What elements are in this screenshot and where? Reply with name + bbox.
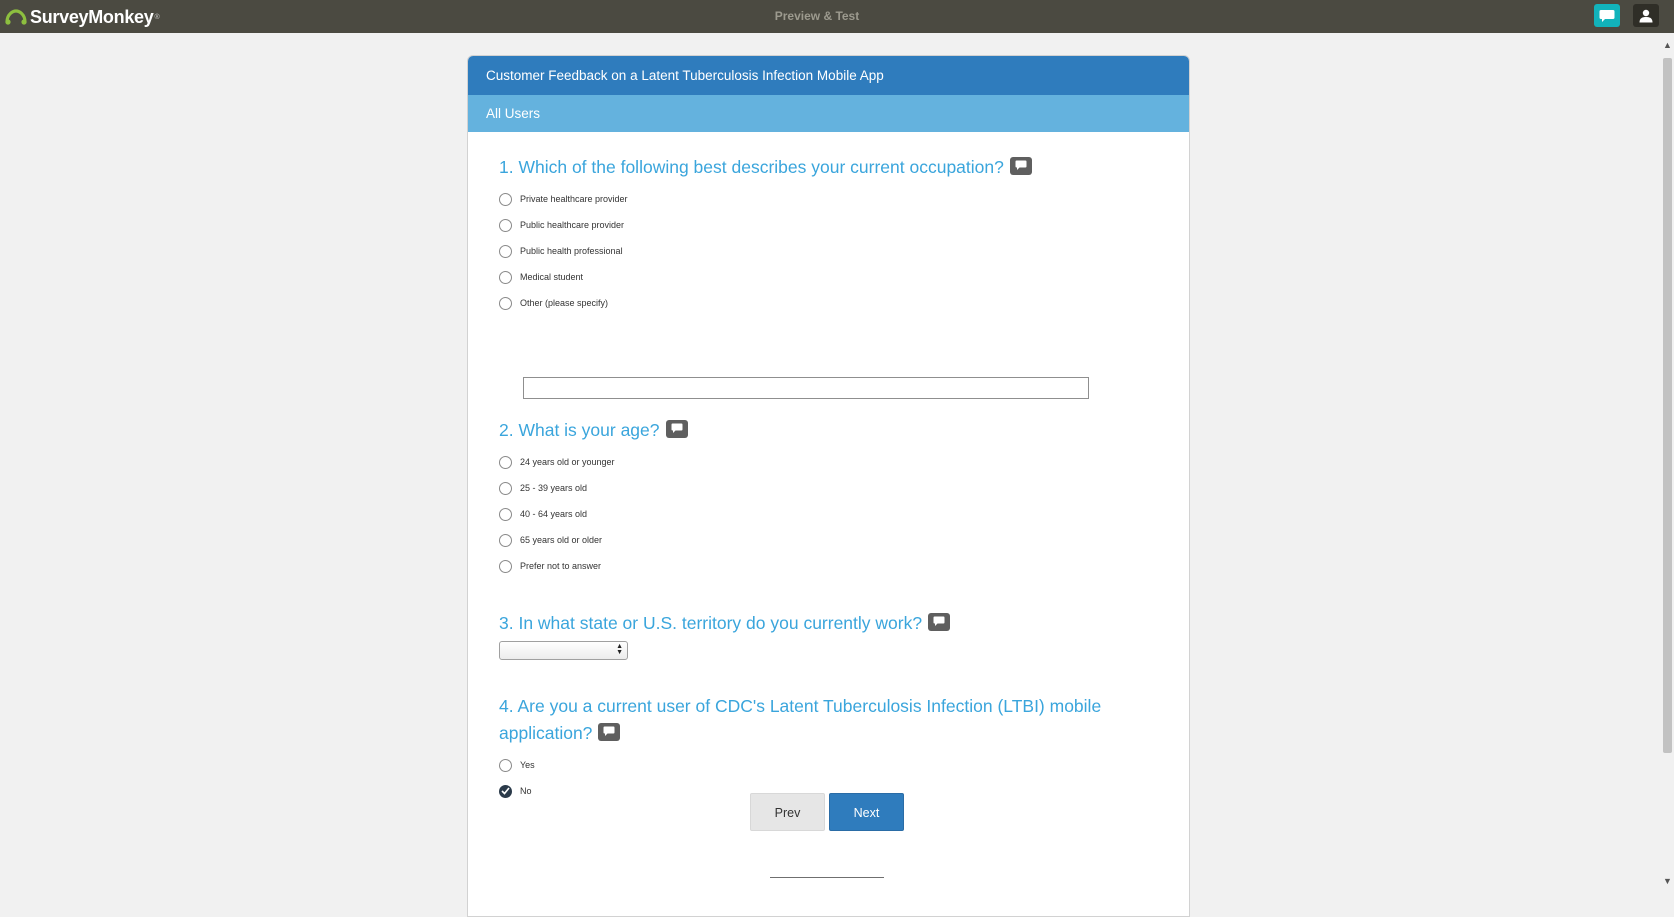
state-select[interactable]: ▲ ▼ [499,641,628,660]
chat-button[interactable] [1594,4,1620,27]
question-text: 3. In what state or U.S. territory do yo… [499,613,923,633]
comment-icon[interactable] [665,420,688,439]
footer-divider [770,877,884,878]
radio-button[interactable] [499,507,512,521]
account-button[interactable] [1633,4,1659,27]
radio-button[interactable] [499,218,512,232]
radio-button[interactable] [499,296,512,310]
option-medical-student[interactable]: Medical student [499,264,1139,290]
option-age-40-64[interactable]: 40 - 64 years old [499,501,1139,527]
option-label: Yes [520,760,535,770]
radio-button[interactable] [499,455,512,469]
question-title: 2. What is your age? [499,417,1139,444]
radio-button[interactable] [499,270,512,284]
radio-button[interactable] [499,758,512,772]
option-label: Medical student [520,272,584,282]
option-label: 40 - 64 years old [520,509,588,519]
radio-button-checked[interactable] [499,784,512,798]
option-private-healthcare-provider[interactable]: Private healthcare provider [499,186,1139,212]
comment-icon[interactable] [928,613,951,632]
question-text: 1. Which of the following best describes… [499,157,1004,177]
option-yes[interactable]: Yes [499,752,1139,778]
select-arrows-icon: ▲ ▼ [616,643,623,656]
option-label: 25 - 39 years old [520,483,588,493]
top-bar: SurveyMonkey ® Preview & Test [0,0,1674,33]
option-public-health-professional[interactable]: Public health professional [499,238,1139,264]
radio-button[interactable] [499,244,512,258]
option-label: Prefer not to answer [520,561,602,571]
radio-button[interactable] [499,192,512,206]
option-label: Other (please specify) [520,298,609,308]
page-title: All Users [468,95,1189,132]
option-prefer-not-to-answer[interactable]: Prefer not to answer [499,553,1139,579]
question-2: 2. What is your age? 24 years old or you… [499,417,1139,579]
radio-button[interactable] [499,481,512,495]
option-age-25-39[interactable]: 25 - 39 years old [499,475,1139,501]
checkmark-icon [501,787,510,795]
option-label: No [520,786,532,796]
scroll-up-arrow-icon[interactable]: ▲ [1663,40,1672,50]
preview-test-title: Preview & Test [774,9,860,23]
question-title: 1. Which of the following best describes… [499,154,1139,181]
survey-card: Customer Feedback on a Latent Tuberculos… [467,55,1190,917]
option-public-healthcare-provider[interactable]: Public healthcare provider [499,212,1139,238]
question-title: 3. In what state or U.S. territory do yo… [499,610,1139,637]
user-icon [1639,9,1653,22]
survey-title: Customer Feedback on a Latent Tuberculos… [468,56,1189,95]
scroll-down-arrow-icon[interactable]: ▼ [1663,876,1672,886]
option-label: Public health professional [520,246,623,256]
comment-icon[interactable] [1009,157,1032,176]
option-label: 65 years old or older [520,535,603,545]
next-button[interactable]: Next [829,793,904,831]
radio-button[interactable] [499,559,512,573]
question-3: 3. In what state or U.S. territory do yo… [499,610,1139,660]
option-age-65-or-older[interactable]: 65 years old or older [499,527,1139,553]
comment-icon[interactable] [598,723,621,742]
radio-button[interactable] [499,533,512,547]
chat-bubble-icon [1599,9,1615,22]
option-label: Public healthcare provider [520,220,625,230]
question-text: 4. Are you a current user of CDC's Laten… [499,696,1102,743]
option-label: 24 years old or younger [520,457,615,467]
option-other[interactable]: Other (please specify) [499,290,1139,316]
question-4: 4. Are you a current user of CDC's Laten… [499,693,1139,804]
question-1: 1. Which of the following best describes… [499,154,1139,316]
option-age-24-or-younger[interactable]: 24 years old or younger [499,449,1139,475]
other-specify-input[interactable] [523,377,1089,399]
scroll-thumb[interactable] [1663,58,1672,753]
prev-button[interactable]: Prev [750,793,825,831]
page-scrollbar[interactable]: ▲ ▼ [1661,38,1674,900]
option-label: Private healthcare provider [520,194,628,204]
question-text: 2. What is your age? [499,420,660,440]
question-title: 4. Are you a current user of CDC's Laten… [499,693,1139,747]
